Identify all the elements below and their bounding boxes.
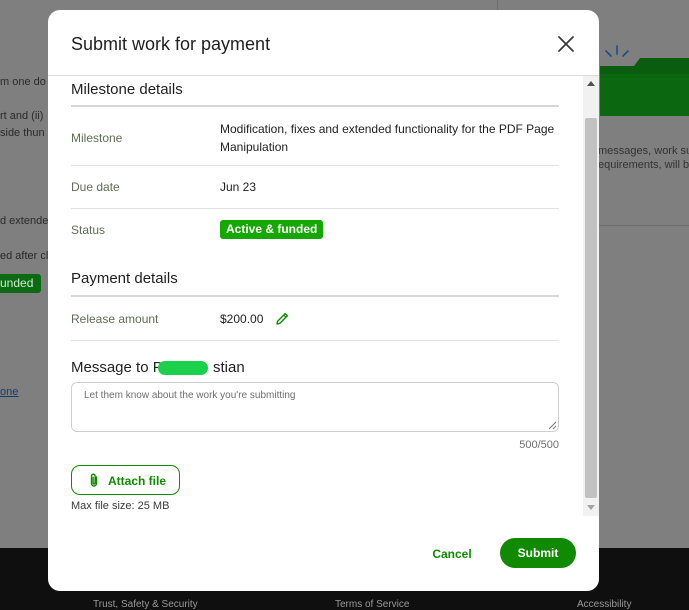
- release-amount-label: Release amount: [71, 312, 159, 326]
- bg-text-fragment: side thun: [0, 127, 45, 139]
- modal-scrollbar[interactable]: [583, 76, 599, 516]
- bg-text-fragment: rt and (ii): [0, 110, 44, 122]
- cancel-button[interactable]: Cancel: [426, 544, 478, 564]
- modal-title: Submit work for payment: [71, 34, 271, 54]
- bg-text-fragment: d extende: [0, 215, 49, 227]
- row-divider: [71, 208, 559, 209]
- redaction-mark: [158, 361, 208, 375]
- section-divider: [71, 105, 559, 107]
- payment-section-title: Payment details: [71, 270, 178, 287]
- footer-link-terms[interactable]: Terms of Service: [335, 599, 409, 610]
- max-file-size-text: Max file size: 25 MB: [71, 500, 170, 512]
- scroll-up-arrow-icon[interactable]: [587, 81, 595, 86]
- submit-work-modal: Submit work for payment Milestone detail…: [48, 10, 599, 591]
- message-input[interactable]: [71, 382, 559, 432]
- section-divider: [71, 295, 559, 297]
- close-button[interactable]: [554, 32, 578, 56]
- due-date-value: Jun 23: [220, 180, 257, 194]
- close-icon: [558, 36, 574, 52]
- attach-file-label: Attach file: [108, 474, 167, 488]
- bg-text-fragment: m one do: [0, 76, 46, 88]
- row-divider: [71, 165, 559, 166]
- submit-button[interactable]: Submit: [500, 538, 576, 568]
- row-divider: [71, 340, 559, 341]
- resize-grip-icon[interactable]: [548, 421, 557, 430]
- milestone-section-title: Milestone details: [71, 81, 183, 98]
- paperclip-icon: [90, 473, 98, 487]
- status-badge: Active & funded: [220, 220, 324, 239]
- due-date-label: Due date: [71, 180, 120, 194]
- bg-status-badge: unded: [0, 274, 42, 293]
- bg-link[interactable]: one: [0, 386, 18, 398]
- attach-file-button[interactable]: Attach file: [71, 465, 180, 495]
- milestone-label: Milestone: [71, 131, 123, 145]
- folder-icon: [600, 45, 689, 116]
- modal-body: Milestone details Milestone Modification…: [48, 76, 599, 516]
- bg-panel-text: equirements, will be: [598, 159, 689, 171]
- character-counter: 500/500: [519, 439, 559, 451]
- bg-panel-text: messages, work su: [598, 145, 689, 157]
- message-title-prefix: Message to P: [71, 359, 163, 376]
- release-amount-value: $200.00: [220, 312, 264, 326]
- pencil-icon[interactable]: [274, 311, 290, 327]
- scroll-down-arrow-icon[interactable]: [587, 505, 595, 510]
- footer-link-trust[interactable]: Trust, Safety & Security: [93, 599, 198, 610]
- scrollbar-thumb[interactable]: [585, 118, 597, 498]
- status-label: Status: [71, 223, 106, 237]
- modal-header: Submit work for payment: [48, 10, 599, 76]
- message-title-suffix: stian: [213, 359, 245, 376]
- milestone-value: Modification, fixes and extended functio…: [220, 122, 555, 154]
- footer-link-accessibility[interactable]: Accessibility: [577, 599, 631, 610]
- bg-text-fragment: ed after cl: [0, 250, 49, 262]
